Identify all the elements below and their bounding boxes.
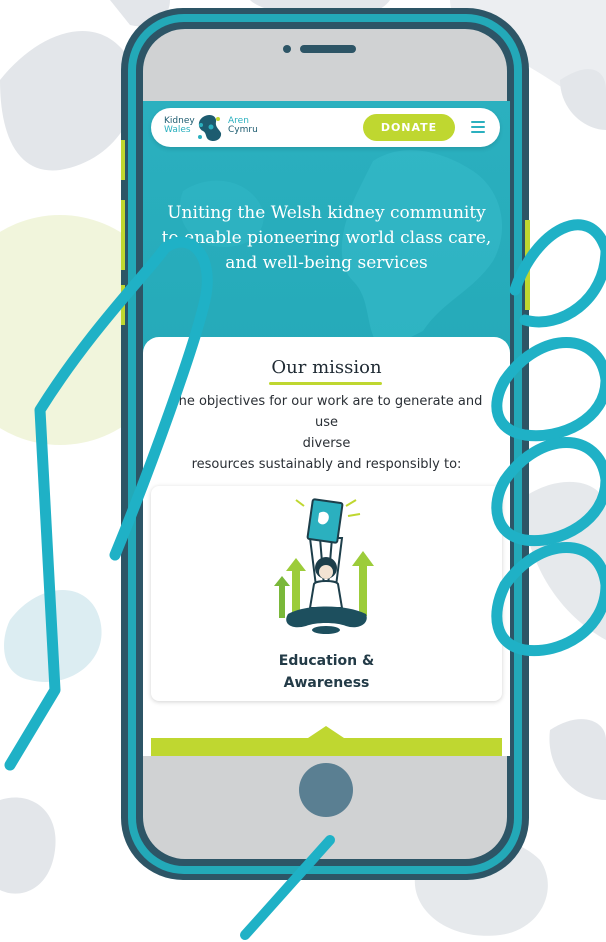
objective-title: Education & Awareness — [151, 650, 502, 694]
heading-underline — [269, 382, 382, 385]
next-section-banner — [151, 726, 502, 756]
mission-section: Our mission The objectives for our work … — [143, 337, 510, 756]
person-holding-book-illustration — [274, 498, 374, 634]
hero-line-2: to enable pioneering world class care, — [161, 228, 492, 248]
logo-text-welsh[interactable]: Aren Cymru — [228, 117, 258, 135]
hero-line-3: and well-being services — [225, 253, 428, 273]
mission-text-line-1: The objectives for our work are to gener… — [170, 394, 483, 430]
objective-title-line-2: Awareness — [283, 675, 370, 691]
mission-text-line-2: diverse — [302, 436, 351, 451]
objective-card-education[interactable]: Education & Awareness — [151, 486, 502, 701]
kidney-wales-logo-icon[interactable] — [197, 113, 223, 143]
donate-button[interactable]: DONATE — [363, 114, 455, 141]
mission-description: The objectives for our work are to gener… — [163, 391, 490, 475]
logo-wales-text: Wales — [164, 125, 191, 135]
hamburger-menu-icon[interactable] — [471, 121, 485, 133]
logo-text-english[interactable]: Kidney Wales — [164, 117, 195, 135]
top-navigation-bar: Kidney Wales Aren Cymru DONATE — [151, 108, 500, 147]
objective-title-line-1: Education & — [278, 653, 375, 669]
mission-text-line-3: resources sustainably and responsibly to… — [191, 457, 462, 472]
website-screen: Kidney Wales Aren Cymru DONATE Uniting t… — [143, 101, 510, 756]
mission-heading: Our mission — [271, 357, 382, 378]
hero-tagline: Uniting the Welsh kidney community to en… — [143, 201, 510, 276]
logo-cymru-text: Cymru — [228, 125, 258, 135]
hero-line-1: Uniting the Welsh kidney community — [167, 203, 486, 223]
